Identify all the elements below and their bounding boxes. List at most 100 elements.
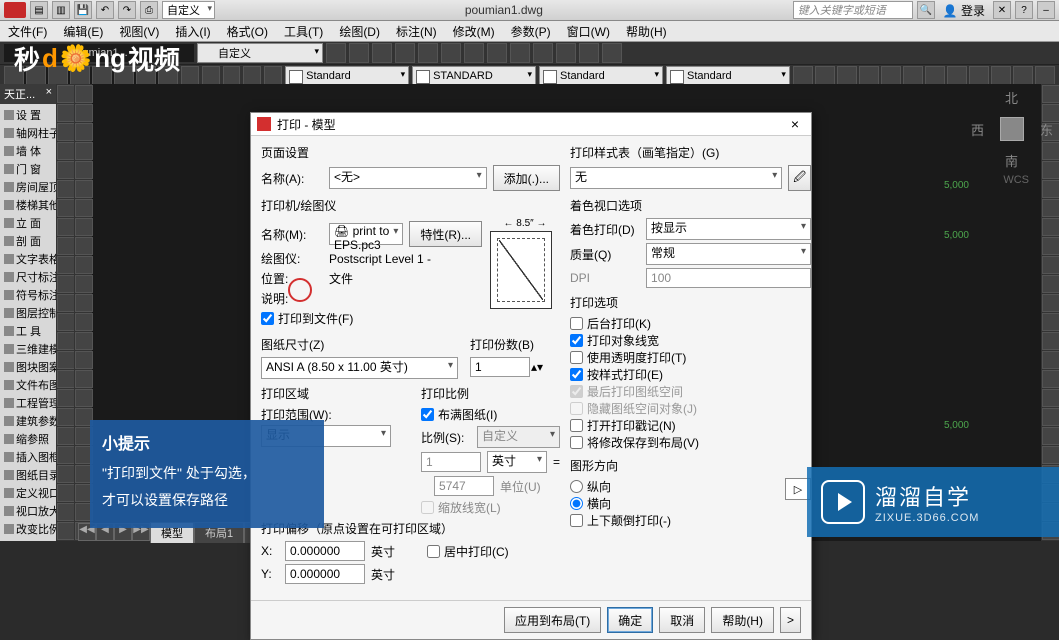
view-cube-top[interactable] xyxy=(1000,117,1024,141)
menu-item[interactable]: 格式(O) xyxy=(223,21,272,42)
panel-item[interactable]: 插入图框 xyxy=(2,448,54,466)
tool-icon[interactable] xyxy=(75,218,93,236)
panel-item[interactable]: 尺寸标注 xyxy=(2,268,54,286)
panel-item[interactable]: 墙 体 xyxy=(2,142,54,160)
tool-icon[interactable] xyxy=(75,142,93,160)
tool-icon[interactable] xyxy=(969,66,989,86)
tool-icon[interactable] xyxy=(464,43,484,63)
shade-select[interactable]: 按显示 xyxy=(646,218,811,240)
tool-icon[interactable] xyxy=(1042,370,1059,388)
tool-icon[interactable] xyxy=(57,218,75,236)
search-icon[interactable]: 🔍 xyxy=(917,1,935,19)
tool-icon[interactable] xyxy=(372,43,392,63)
tool-icon[interactable] xyxy=(510,43,530,63)
printer-select[interactable]: 🖨 print to EPS.pc3 xyxy=(329,223,403,245)
tool-icon[interactable] xyxy=(75,104,93,122)
style-combo-3[interactable]: Standard xyxy=(539,66,663,86)
tool-icon[interactable] xyxy=(349,43,369,63)
tool-icon[interactable] xyxy=(75,389,93,407)
close-icon[interactable]: × xyxy=(785,116,805,132)
tool-icon[interactable] xyxy=(57,351,75,369)
upside-checkbox[interactable] xyxy=(570,514,583,527)
print-option[interactable]: 打印对象线宽 xyxy=(570,332,811,349)
paper-size-select[interactable]: ANSI A (8.50 x 11.00 英寸) xyxy=(261,357,458,379)
unit-select[interactable]: 英寸 xyxy=(487,451,547,473)
help-icon[interactable]: ? xyxy=(1015,1,1033,19)
style-combo-4[interactable]: Standard xyxy=(666,66,790,86)
menu-item[interactable]: 插入(I) xyxy=(171,21,214,42)
tool-icon[interactable] xyxy=(1035,66,1055,86)
tool-icon[interactable] xyxy=(925,66,945,86)
tool-icon[interactable] xyxy=(57,389,75,407)
help-button[interactable]: 帮助(H) xyxy=(711,607,774,633)
page-setup-select[interactable]: <无> xyxy=(329,167,487,189)
print-icon[interactable]: ⎙ xyxy=(140,1,158,19)
menu-item[interactable]: 编辑(E) xyxy=(59,21,107,42)
undo-icon[interactable]: ↶ xyxy=(96,1,114,19)
tool-icon[interactable] xyxy=(487,43,507,63)
tool-icon[interactable] xyxy=(57,408,75,426)
panel-item[interactable]: 图纸目录 xyxy=(2,466,54,484)
menu-item[interactable]: 绘图(D) xyxy=(335,21,384,42)
redo-icon[interactable]: ↷ xyxy=(118,1,136,19)
panel-item[interactable]: 立 面 xyxy=(2,214,54,232)
tool-icon[interactable] xyxy=(57,237,75,255)
tool-icon[interactable] xyxy=(75,161,93,179)
tool-icon[interactable] xyxy=(57,256,75,274)
panel-item[interactable]: 楼梯其他 xyxy=(2,196,54,214)
panel-item[interactable]: 符号标注 xyxy=(2,286,54,304)
panel-item[interactable]: 房间屋顶 xyxy=(2,178,54,196)
tool-icon[interactable] xyxy=(75,332,93,350)
tool-icon[interactable] xyxy=(1042,408,1059,426)
tool-icon[interactable] xyxy=(326,43,346,63)
panel-item[interactable]: 门 窗 xyxy=(2,160,54,178)
panel-item[interactable]: 剖 面 xyxy=(2,232,54,250)
style-edit-button[interactable]: 🖉 xyxy=(788,165,811,191)
tool-icon[interactable] xyxy=(441,43,461,63)
menu-item[interactable]: 工具(T) xyxy=(280,21,327,42)
compass-east[interactable]: 东 xyxy=(1040,120,1053,139)
tool-icon[interactable] xyxy=(57,199,75,217)
panel-item[interactable]: 文件布图 xyxy=(2,376,54,394)
tool-icon[interactable] xyxy=(815,66,835,86)
menu-item[interactable]: 帮助(H) xyxy=(622,21,671,42)
tool-icon[interactable] xyxy=(556,43,576,63)
exchange-icon[interactable]: ✕ xyxy=(993,1,1011,19)
style-combo-2[interactable]: STANDARD xyxy=(412,66,536,86)
tool-icon[interactable] xyxy=(1042,275,1059,293)
panel-item[interactable]: 三维建模 xyxy=(2,340,54,358)
ok-button[interactable]: 确定 xyxy=(607,607,653,633)
tool-icon[interactable] xyxy=(223,66,241,86)
tool-icon[interactable] xyxy=(75,351,93,369)
tool-icon[interactable] xyxy=(57,484,75,502)
app-icon[interactable] xyxy=(4,2,26,18)
copies-input[interactable] xyxy=(470,357,530,377)
tool-icon[interactable] xyxy=(602,43,622,63)
panel-item[interactable]: 建筑参数 xyxy=(2,412,54,430)
menu-item[interactable]: 标注(N) xyxy=(392,21,441,42)
tool-icon[interactable] xyxy=(57,427,75,445)
tool-icon[interactable] xyxy=(1042,446,1059,464)
print-to-file-checkbox[interactable] xyxy=(261,312,274,325)
style-combo-1[interactable]: Standard xyxy=(285,66,409,86)
tool-icon[interactable] xyxy=(57,161,75,179)
tool-icon[interactable] xyxy=(1042,256,1059,274)
tool-icon[interactable] xyxy=(859,66,879,86)
tool-icon[interactable] xyxy=(1013,66,1033,86)
tool-icon[interactable] xyxy=(1042,332,1059,350)
panel-item[interactable]: 工 具 xyxy=(2,322,54,340)
quality-select[interactable]: 常规 xyxy=(646,243,811,265)
tool-icon[interactable] xyxy=(75,237,93,255)
tool-icon[interactable] xyxy=(57,123,75,141)
option-checkbox[interactable] xyxy=(570,317,583,330)
menu-item[interactable]: 修改(M) xyxy=(449,21,499,42)
save-icon[interactable]: 💾 xyxy=(74,1,92,19)
print-option[interactable]: 按样式打印(E) xyxy=(570,366,811,383)
print-option[interactable]: 后台打印(K) xyxy=(570,315,811,332)
tool-icon[interactable] xyxy=(57,142,75,160)
option-checkbox[interactable] xyxy=(570,368,583,381)
tool-icon[interactable] xyxy=(57,275,75,293)
tool-icon[interactable] xyxy=(579,43,599,63)
landscape-radio[interactable] xyxy=(570,497,583,510)
panel-item[interactable]: 视口放大 xyxy=(2,502,54,520)
